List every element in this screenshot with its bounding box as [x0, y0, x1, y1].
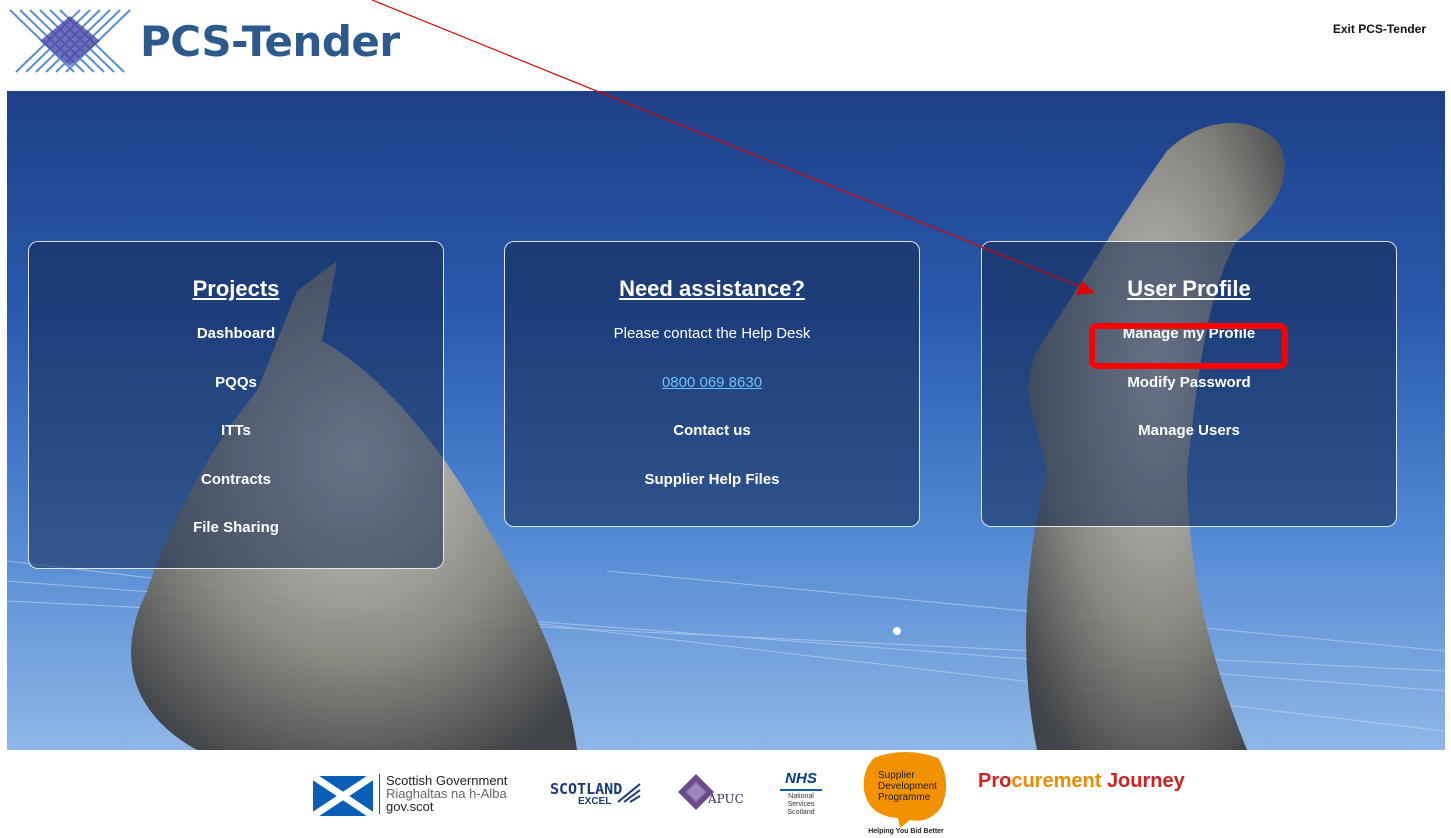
user-profile-title: User Profile	[1127, 276, 1251, 301]
scotland-excel-subtext: EXCEL	[578, 796, 612, 807]
apuc-logo: APUC	[676, 772, 746, 816]
scotland-excel-logo: SCOTLAND EXCEL	[550, 780, 645, 810]
manage-profile-highlight-box	[1089, 323, 1288, 369]
nhs-sub-services: Services	[787, 801, 815, 808]
projects-panel: Projects Dashboard PQQs ITTs Contracts F…	[28, 241, 444, 569]
excel-swoosh-icon	[617, 783, 641, 803]
file-sharing-link[interactable]: File Sharing	[29, 518, 443, 567]
help-title: Need assistance?	[619, 276, 805, 301]
saltire-flag-icon	[313, 776, 373, 816]
sdp-development-text: Development	[878, 781, 937, 792]
hero-section: Projects Dashboard PQQs ITTs Contracts F…	[7, 91, 1445, 750]
contracts-link[interactable]: Contracts	[29, 470, 443, 519]
page-header: PCS-Tender Exit PCS-Tender	[0, 0, 1451, 90]
nhs-text: NHS	[785, 770, 817, 787]
user-profile-panel: User Profile Manage my Profile Modify Pa…	[981, 241, 1397, 527]
help-panel: Need assistance? Please contact the Help…	[504, 241, 920, 527]
scotgov-url: gov.scot	[386, 799, 434, 814]
supplier-development-programme-logo: Supplier Development Programme Helping Y…	[858, 750, 954, 838]
pj-curement-text: curement	[1011, 770, 1107, 792]
pqqs-link[interactable]: PQQs	[29, 373, 443, 422]
dashboard-link[interactable]: Dashboard	[29, 324, 443, 373]
scottish-government-logo: Scottish Government Riaghaltas na h-Alba…	[313, 774, 528, 818]
procurement-journey-logo: Procurement Journey	[978, 770, 1198, 800]
apuc-text: APUC	[708, 792, 744, 806]
pj-pro-text: Pro	[978, 770, 1012, 792]
partner-logos-footer: Scottish Government Riaghaltas na h-Alba…	[0, 750, 1451, 838]
supplier-help-files-link[interactable]: Supplier Help Files	[505, 470, 919, 519]
sdp-supplier-text: Supplier	[878, 770, 915, 781]
pj-journey-text: Journey	[1106, 770, 1185, 792]
logo-text: PCS-Tender	[140, 16, 400, 66]
sdp-tagline: Helping You Bid Better	[868, 828, 944, 835]
manage-users-link[interactable]: Manage Users	[982, 421, 1396, 470]
exit-pcs-tender-link[interactable]: Exit PCS-Tender	[1333, 22, 1426, 36]
nhs-sub-national: National	[788, 793, 814, 800]
itts-link[interactable]: ITTs	[29, 421, 443, 470]
sdp-programme-text: Programme	[878, 792, 931, 803]
woven-grid-logo-icon	[9, 9, 131, 73]
projects-title: Projects	[192, 276, 280, 301]
contact-us-link[interactable]: Contact us	[505, 421, 919, 470]
help-desk-phone-link[interactable]: 0800 069 8630	[505, 373, 919, 422]
modify-password-link[interactable]: Modify Password	[982, 373, 1396, 422]
nhs-nss-logo: NHS National Services Scotland	[776, 770, 826, 838]
pcs-tender-logo[interactable]: PCS-Tender	[8, 8, 400, 74]
nhs-sub-scotland: Scotland	[787, 809, 815, 816]
contact-help-desk-text: Please contact the Help Desk	[613, 325, 811, 342]
